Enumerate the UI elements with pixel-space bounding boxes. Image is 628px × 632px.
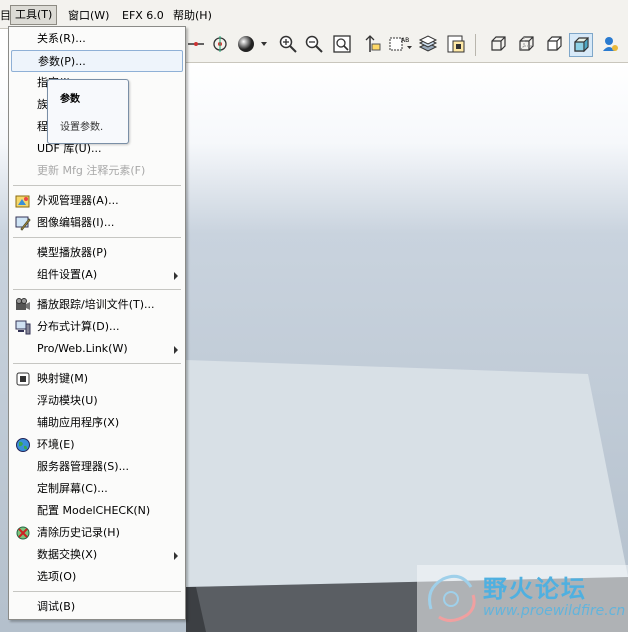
menu-separator bbox=[13, 363, 181, 364]
saved-views-icon[interactable]: AB bbox=[387, 33, 413, 55]
reorient-icon[interactable] bbox=[361, 33, 383, 55]
submenu-arrow-icon bbox=[174, 272, 178, 280]
menu-item-parameters[interactable]: 参数(P)... bbox=[11, 50, 183, 72]
menu-tools[interactable]: 工具(T) bbox=[10, 5, 58, 25]
menu-item-relations[interactable]: 关系(R)... bbox=[11, 28, 183, 50]
menu-separator bbox=[13, 591, 181, 592]
menu-item-label: 定制屏幕(C)... bbox=[37, 482, 108, 495]
toolbar: AB bbox=[185, 28, 628, 63]
watermark-logo-icon bbox=[428, 574, 476, 622]
menu-item-label: 参数(P)... bbox=[38, 55, 86, 68]
menu-item-environment[interactable]: 环境(E) bbox=[11, 434, 183, 456]
zoom-in-icon[interactable] bbox=[277, 33, 299, 55]
menu-separator bbox=[13, 237, 181, 238]
hidden-line-icon[interactable] bbox=[515, 33, 537, 55]
menu-item-label: Pro/Web.Link(W) bbox=[37, 342, 128, 355]
menu-item-mapkeys[interactable]: 映射键(M) bbox=[11, 368, 183, 390]
menu-separator bbox=[13, 289, 181, 290]
menu-item-label: 清除历史记录(H) bbox=[37, 526, 120, 539]
menu-item-label: 外观管理器(A)... bbox=[37, 194, 119, 207]
menu-item-label: 服务器管理器(S)... bbox=[37, 460, 130, 473]
menu-item-distributed-computing[interactable]: 分布式计算(D)... bbox=[11, 316, 183, 338]
wireframe-icon[interactable] bbox=[487, 33, 509, 55]
appearance-manager-icon bbox=[15, 195, 30, 208]
menu-item-server-manager[interactable]: 服务器管理器(S)... bbox=[11, 456, 183, 478]
menu-item-label: 关系(R)... bbox=[37, 32, 86, 45]
menu-item-play-trail[interactable]: 播放跟踪/培训文件(T)... bbox=[11, 294, 183, 316]
trail-file-icon bbox=[16, 298, 30, 310]
forum-watermark: 野火论坛 www.proewildfire.cn bbox=[417, 565, 628, 632]
menu-item-label: 调试(B) bbox=[37, 600, 76, 613]
datum-axis-icon[interactable] bbox=[185, 33, 207, 55]
menu-item-debug[interactable]: 调试(B) bbox=[11, 596, 183, 618]
mapkey-icon bbox=[16, 372, 30, 386]
menu-separator bbox=[13, 185, 181, 186]
menu-help[interactable]: 帮助(H) bbox=[169, 7, 216, 25]
environment-icon bbox=[16, 438, 30, 452]
menu-item-appearance-manager[interactable]: 外观管理器(A)... bbox=[11, 190, 183, 212]
zoom-out-icon[interactable] bbox=[303, 33, 325, 55]
shading-icon[interactable] bbox=[569, 33, 593, 57]
model-tree-icon[interactable] bbox=[599, 33, 621, 55]
watermark-title: 野火论坛 bbox=[483, 574, 587, 603]
menu-item-image-editor[interactable]: 图像编辑器(I)... bbox=[11, 212, 183, 234]
menu-item-label: 浮动模块(U) bbox=[37, 394, 98, 407]
menu-item-label: 模型播放器(P) bbox=[37, 246, 108, 259]
menu-item-floating-modules[interactable]: 浮动模块(U) bbox=[11, 390, 183, 412]
menu-item-configure-modelcheck[interactable]: 配置 ModelCHECK(N) bbox=[11, 500, 183, 522]
clear-history-icon bbox=[16, 526, 30, 540]
menu-item-label: 更新 Mfg 注释元素(F) bbox=[37, 164, 146, 177]
submenu-arrow-icon bbox=[174, 346, 178, 354]
menu-item-pro-web-link[interactable]: Pro/Web.Link(W) bbox=[11, 338, 183, 360]
view-manager-icon[interactable] bbox=[445, 33, 467, 55]
image-editor-icon bbox=[15, 216, 31, 231]
shading-sphere-icon[interactable] bbox=[235, 33, 269, 55]
menu-item-auxiliary-applications[interactable]: 辅助应用程序(X) bbox=[11, 412, 183, 434]
spin-center-icon[interactable] bbox=[209, 33, 231, 55]
menu-item-label: 组件设置(A) bbox=[37, 268, 98, 281]
submenu-arrow-icon bbox=[174, 552, 178, 560]
menu-item-label: 环境(E) bbox=[37, 438, 75, 451]
menu-item-customize-screen[interactable]: 定制屏幕(C)... bbox=[11, 478, 183, 500]
menu-bar: 目 工具(T) 窗口(W) EFX 6.0 帮助(H) bbox=[0, 0, 628, 29]
menu-item-model-player[interactable]: 模型播放器(P) bbox=[11, 242, 183, 264]
tooltip-title: 参数 bbox=[60, 94, 80, 105]
menu-efx[interactable]: EFX 6.0 bbox=[118, 7, 168, 25]
menu-item-label: 图像编辑器(I)... bbox=[37, 216, 115, 229]
menu-item-options[interactable]: 选项(O) bbox=[11, 566, 183, 588]
menu-item-clear-history[interactable]: 清除历史记录(H) bbox=[11, 522, 183, 544]
menu-item-data-exchange[interactable]: 数据交换(X) bbox=[11, 544, 183, 566]
layers-icon[interactable] bbox=[417, 33, 439, 55]
refit-icon[interactable] bbox=[331, 33, 353, 55]
menu-item-label: 辅助应用程序(X) bbox=[37, 416, 120, 429]
no-hidden-icon[interactable] bbox=[543, 33, 565, 55]
menu-item-label: 播放跟踪/培训文件(T)... bbox=[37, 298, 155, 311]
watermark-url: www.proewildfire.cn bbox=[483, 603, 626, 619]
menu-item-label: 数据交换(X) bbox=[37, 548, 98, 561]
tooltip-description: 设置参数. bbox=[60, 122, 104, 133]
parameters-tooltip: 参数 设置参数. bbox=[47, 79, 129, 144]
menu-window[interactable]: 窗口(W) bbox=[64, 7, 113, 25]
menu-item-assembly-settings[interactable]: 组件设置(A) bbox=[11, 264, 183, 286]
toolbar-separator bbox=[475, 34, 476, 56]
menu-item-update-mfg-notes: 更新 Mfg 注释元素(F) bbox=[11, 160, 183, 182]
menu-item-label: 选项(O) bbox=[37, 570, 77, 583]
svg-text:AB: AB bbox=[401, 37, 409, 44]
distributed-computing-icon bbox=[15, 320, 31, 335]
menu-item-label: 映射键(M) bbox=[37, 372, 89, 385]
menu-item-label: 分布式计算(D)... bbox=[37, 320, 120, 333]
menu-item-label: 配置 ModelCHECK(N) bbox=[37, 504, 151, 517]
